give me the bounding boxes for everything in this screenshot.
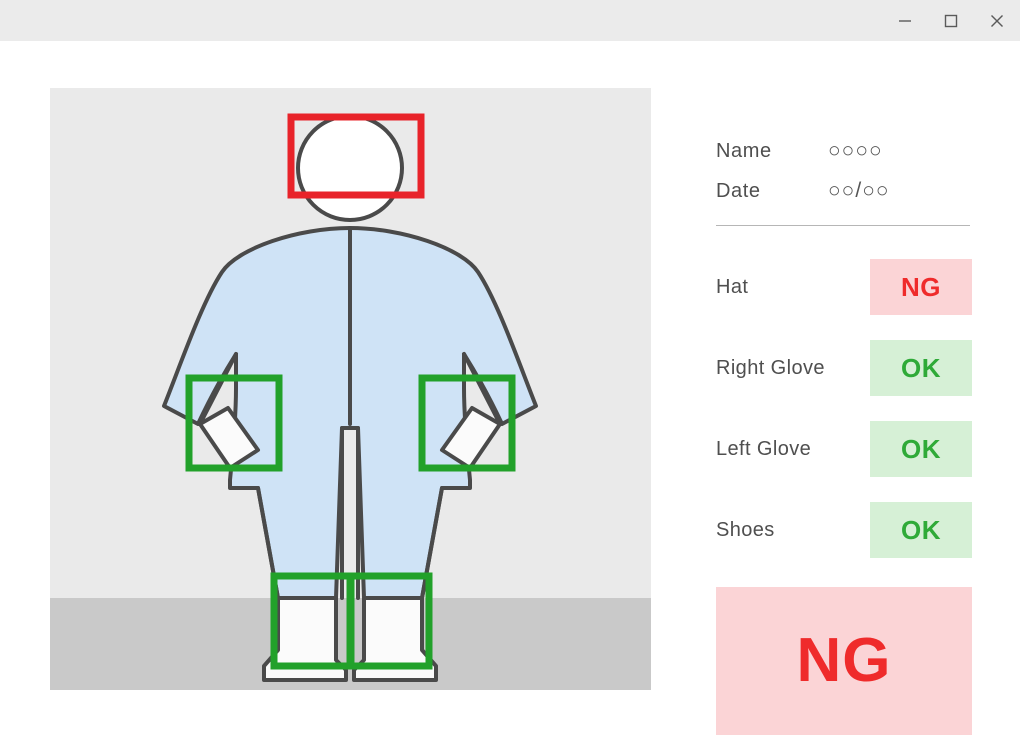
minimize-button[interactable]	[882, 0, 928, 41]
close-icon	[991, 14, 1003, 27]
status-badge-left-glove: OK	[870, 421, 972, 477]
status-badge-right-glove: OK	[870, 340, 972, 396]
worker-figure-illustration	[50, 88, 651, 690]
title-bar	[0, 0, 1020, 41]
close-button[interactable]	[974, 0, 1020, 41]
app-window: Name ○○○○ Date ○○/○○ Hat NG Right Glove …	[0, 0, 1020, 740]
window-controls	[882, 0, 1020, 41]
date-label: Date	[716, 179, 761, 202]
section-divider	[716, 225, 970, 226]
status-badge-hat: NG	[870, 259, 972, 315]
overall-result-text: NG	[796, 626, 892, 695]
results-panel: Name ○○○○ Date ○○/○○ Hat NG Right Glove …	[716, 88, 972, 735]
name-row: Name ○○○○	[716, 134, 972, 168]
head-shape	[296, 114, 404, 222]
minimize-icon	[899, 19, 911, 22]
status-badge-shoes: OK	[870, 502, 972, 558]
detection-image-panel	[50, 88, 651, 690]
check-row-right-glove: Right Glove OK	[716, 340, 972, 396]
maximize-button[interactable]	[928, 0, 974, 41]
check-label-hat: Hat	[716, 275, 749, 298]
name-value: ○○○○	[828, 139, 883, 162]
name-label: Name	[716, 139, 772, 162]
date-row: Date ○○/○○	[716, 174, 972, 208]
overall-result-panel: NG	[716, 587, 972, 735]
window-content: Name ○○○○ Date ○○/○○ Hat NG Right Glove …	[0, 41, 1020, 740]
check-label-right-glove: Right Glove	[716, 356, 825, 379]
check-label-left-glove: Left Glove	[716, 437, 812, 460]
check-row-left-glove: Left Glove OK	[716, 421, 972, 477]
maximize-icon	[944, 14, 958, 27]
check-row-hat: Hat NG	[716, 259, 972, 315]
date-value: ○○/○○	[828, 179, 890, 202]
check-label-shoes: Shoes	[716, 518, 775, 541]
check-row-shoes: Shoes OK	[716, 502, 972, 558]
